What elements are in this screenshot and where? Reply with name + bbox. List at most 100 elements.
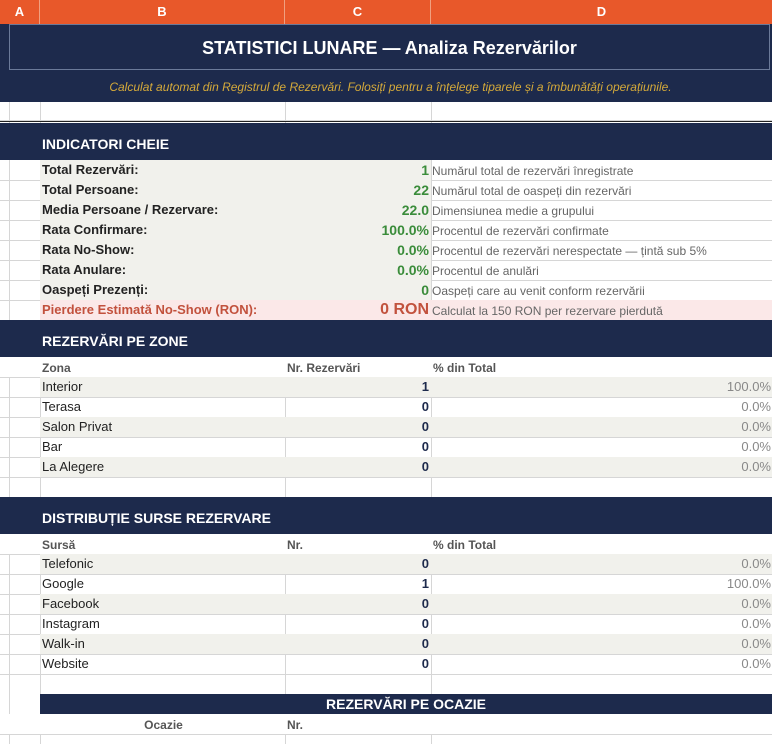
zone-percent[interactable]: 0.0% [431, 437, 772, 457]
zone-percent[interactable]: 0.0% [431, 417, 772, 437]
zone-count[interactable]: 0 [285, 397, 431, 417]
sources-header-pct[interactable]: % din Total [431, 534, 772, 554]
column-header-c[interactable]: C [285, 0, 431, 24]
sheet-title[interactable]: STATISTICI LUNARE — Analiza Rezervărilor [9, 24, 770, 70]
kpi-label[interactable]: Rata Anulare: [40, 260, 285, 280]
kpi-value[interactable]: 0 RON [285, 300, 431, 320]
zone-count[interactable]: 0 [285, 437, 431, 457]
kpi-description[interactable]: Calculat la 150 RON per rezervare pierdu… [431, 300, 772, 320]
column-header-a[interactable]: A [0, 0, 40, 24]
sources-section-header: DISTRIBUȚIE SURSE REZERVARE [0, 497, 772, 534]
kpi-description[interactable]: Numărul total de rezervări înregistrate [431, 160, 772, 180]
kpi-label[interactable]: Total Persoane: [40, 180, 285, 200]
zones-section-header: REZERVĂRI PE ZONE [0, 320, 772, 357]
zone-row: La Alegere 0 0.0% [0, 457, 772, 477]
source-row: Instagram 0 0.0% [0, 614, 772, 634]
zone-name[interactable]: Bar [40, 437, 285, 457]
source-name[interactable]: Walk-in [40, 634, 285, 654]
zone-percent[interactable]: 0.0% [431, 397, 772, 417]
occasion-header-count[interactable]: Nr. [285, 714, 431, 734]
kpi-label[interactable]: Media Persoane / Rezervare: [40, 200, 285, 220]
source-row: Website 0 0.0% [0, 654, 772, 674]
zone-name[interactable]: Salon Privat [40, 417, 285, 437]
kpi-description[interactable]: Dimensiunea medie a grupului [431, 200, 772, 220]
occasion-header-name[interactable]: Ocazie [40, 714, 285, 734]
source-row: Google 1 100.0% [0, 574, 772, 594]
zone-percent[interactable]: 0.0% [431, 457, 772, 477]
sheet-subtitle: Calculat automat din Registrul de Rezerv… [109, 80, 672, 94]
kpi-row: Rata No-Show: 0.0% Procentul de rezervări … [0, 240, 772, 260]
zones-header-count[interactable]: Nr. Rezervări [285, 357, 431, 377]
sources-section-title: DISTRIBUȚIE SURSE REZERVARE [42, 510, 271, 526]
source-percent[interactable]: 0.0% [431, 614, 772, 634]
kpi-value[interactable]: 22 [285, 180, 431, 200]
kpi-description[interactable]: Procentul de anulări [431, 260, 772, 280]
sources-table-header: Sursă Nr. % din Total [0, 534, 772, 554]
column-header-b[interactable]: B [40, 0, 285, 24]
source-count[interactable]: 0 [285, 614, 431, 634]
zone-row: Interior 1 100.0% [0, 377, 772, 397]
zones-header-zone[interactable]: Zona [40, 357, 285, 377]
zone-row: Bar 0 0.0% [0, 437, 772, 457]
kpi-label[interactable]: Pierdere Estimată No-Show (RON): [40, 300, 285, 320]
kpi-description[interactable]: Procentul de rezervări nerespectate — ți… [431, 240, 772, 260]
source-count[interactable]: 0 [285, 594, 431, 614]
kpi-description[interactable]: Numărul total de oaspeți din rezervări [431, 180, 772, 200]
zone-name[interactable]: La Alegere [40, 457, 285, 477]
source-percent[interactable]: 0.0% [431, 634, 772, 654]
source-row: Facebook 0 0.0% [0, 594, 772, 614]
zone-count[interactable]: 1 [285, 377, 431, 397]
kpi-value[interactable]: 22.0 [285, 200, 431, 220]
kpi-description[interactable]: Oaspeți care au venit conform rezervării [431, 280, 772, 300]
source-row: Walk-in 0 0.0% [0, 634, 772, 654]
kpi-value[interactable]: 100.0% [285, 220, 431, 240]
source-name[interactable]: Facebook [40, 594, 285, 614]
source-count[interactable]: 0 [285, 634, 431, 654]
kpi-row: Rata Confirmare: 100.0% Procentul de rezer… [0, 220, 772, 240]
kpi-section-header: INDICATORI CHEIE [0, 123, 772, 160]
kpi-label[interactable]: Oaspeți Prezenți: [40, 280, 285, 300]
kpi-section-title: INDICATORI CHEIE [42, 136, 170, 152]
kpi-row: Total Persoane: 22 Numărul total de oaspeț… [0, 180, 772, 200]
zones-table-header: Zona Nr. Rezervări % din Total [0, 357, 772, 377]
zones-header-pct[interactable]: % din Total [431, 357, 772, 377]
zone-row: Salon Privat 0 0.0% [0, 417, 772, 437]
subtitle-row: Calculat automat din Registrul de Rezerv… [0, 72, 772, 102]
subtitle-cell[interactable]: Calculat automat din Registrul de Rezerv… [9, 72, 772, 102]
kpi-label[interactable]: Rata No-Show: [40, 240, 285, 260]
source-percent[interactable]: 0.0% [431, 654, 772, 674]
zone-count[interactable]: 0 [285, 417, 431, 437]
source-percent[interactable]: 0.0% [431, 594, 772, 614]
zones-section-title: REZERVĂRI PE ZONE [42, 333, 188, 349]
source-name[interactable]: Google [40, 574, 285, 594]
kpi-value[interactable]: 1 [285, 160, 431, 180]
occasion-section-title: REZERVĂRI PE OCAZIE [326, 696, 486, 712]
zone-row: Terasa 0 0.0% [0, 397, 772, 417]
sources-header-source[interactable]: Sursă [40, 534, 285, 554]
source-name[interactable]: Website [40, 654, 285, 674]
kpi-description[interactable]: Procentul de rezervări confirmate [431, 220, 772, 240]
kpi-label[interactable]: Total Rezervări: [40, 160, 285, 180]
source-count[interactable]: 0 [285, 554, 431, 574]
zone-percent[interactable]: 100.0% [431, 377, 772, 397]
kpi-row: Rata Anulare: 0.0% Procentul de anulări [0, 260, 772, 280]
kpi-value[interactable]: 0.0% [285, 260, 431, 280]
source-percent[interactable]: 100.0% [431, 574, 772, 594]
zone-name[interactable]: Interior [40, 377, 285, 397]
kpi-label[interactable]: Rata Confirmare: [40, 220, 285, 240]
source-percent[interactable]: 0.0% [431, 554, 772, 574]
sources-header-count[interactable]: Nr. [285, 534, 431, 554]
zone-count[interactable]: 0 [285, 457, 431, 477]
occasion-section-header: REZERVĂRI PE OCAZIE [40, 694, 772, 714]
kpi-value[interactable]: 0.0% [285, 240, 431, 260]
column-header-d[interactable]: D [431, 0, 772, 24]
source-name[interactable]: Instagram [40, 614, 285, 634]
source-count[interactable]: 0 [285, 654, 431, 674]
source-row: Telefonic 0 0.0% [0, 554, 772, 574]
kpi-row: Total Rezervări: 1 Numărul total de rezerv… [0, 160, 772, 180]
column-header-row: A B C D [0, 0, 772, 24]
source-count[interactable]: 1 [285, 574, 431, 594]
zone-name[interactable]: Terasa [40, 397, 285, 417]
kpi-value[interactable]: 0 [285, 280, 431, 300]
source-name[interactable]: Telefonic [40, 554, 285, 574]
